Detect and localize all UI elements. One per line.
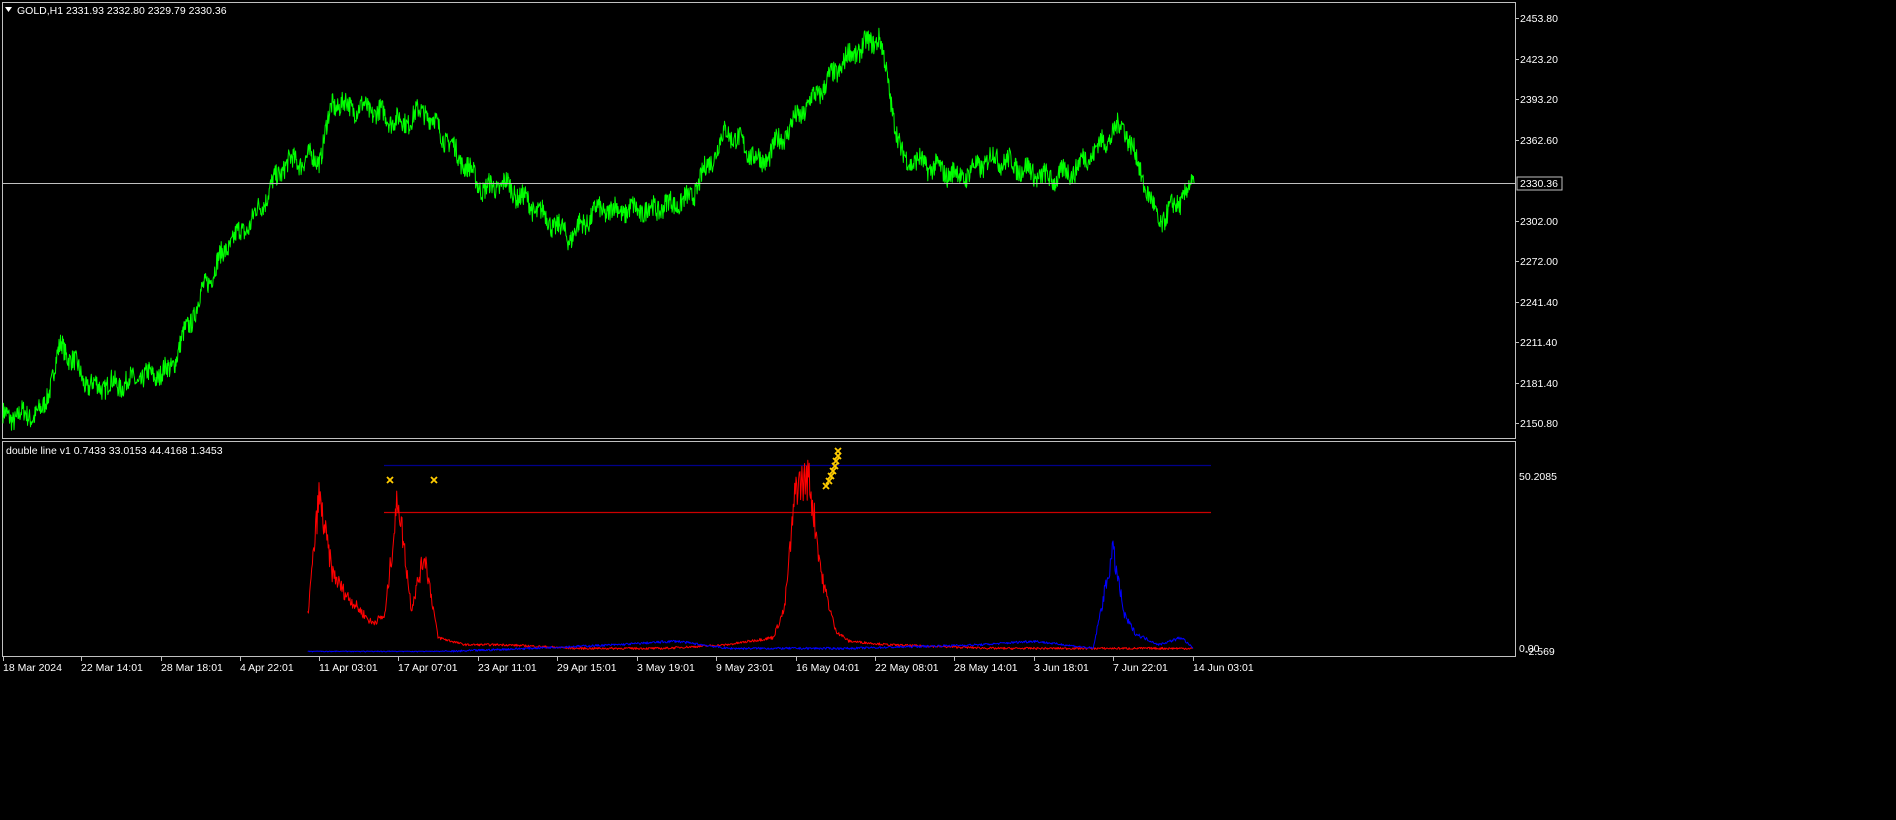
indicator-pane-frame	[2, 441, 1516, 657]
price-series	[2, 27, 1195, 431]
price-tick-label: 2453.80	[1520, 13, 1558, 25]
indicator-line-blue	[307, 540, 1194, 653]
triangle-down-icon[interactable]	[5, 7, 12, 12]
price-tick-label: 2302.00	[1520, 216, 1558, 228]
indicator-scale: 50.2085 0.00 -2.569	[1519, 471, 1557, 658]
time-tick-label: 29 Apr 15:01	[557, 662, 617, 674]
price-tick-label: 2362.60	[1520, 135, 1558, 147]
time-tick-label: 3 Jun 18:01	[1034, 662, 1089, 674]
indicator-scale-top: 50.2085	[1519, 471, 1557, 483]
time-tick-label: 11 Apr 03:01	[319, 662, 378, 674]
indicator-label: double line v1 0.7433 33.0153 44.4168 1.…	[6, 445, 223, 457]
signal-marker-icon	[386, 476, 394, 484]
time-tick-label: 28 Mar 18:01	[161, 662, 223, 674]
time-tick-label: 3 May 19:01	[637, 662, 695, 674]
chart-window[interactable]: GOLD,H1 2331.93 2332.80 2329.79 2330.36 …	[0, 0, 1568, 678]
symbol-label: GOLD,H1	[17, 5, 63, 17]
price-tick-label: 2150.80	[1520, 418, 1558, 430]
time-tick-label: 16 May 04:01	[796, 662, 860, 674]
signal-marker-icon	[834, 447, 842, 455]
time-tick-label: 14 Jun 03:01	[1193, 662, 1254, 674]
chart-canvas[interactable]: GOLD,H1 2331.93 2332.80 2329.79 2330.36 …	[0, 0, 1568, 678]
time-tick-label: 23 Apr 11:01	[478, 662, 537, 674]
current-price-tag-label: 2330.36	[1520, 178, 1558, 190]
price-axis: 2453.80 2423.20 2393.20 2362.60 2302.00 …	[1516, 13, 1558, 430]
time-tick-label: 22 May 08:01	[875, 662, 939, 674]
current-price-tag: 2330.36	[1516, 176, 1563, 191]
time-tick-label: 17 Apr 07:01	[398, 662, 458, 674]
time-tick-label: 18 Mar 2024	[3, 662, 62, 674]
price-line	[2, 27, 1195, 431]
indicator-scale-bottom-b: -2.569	[1525, 646, 1555, 658]
signal-marker-icon	[430, 476, 438, 484]
time-axis: 18 Mar 2024 22 Mar 14:01 28 Mar 18:01 4 …	[3, 657, 1254, 674]
price-tick-label: 2272.00	[1520, 256, 1558, 268]
price-tick-label: 2393.20	[1520, 94, 1558, 106]
ohlc-values: 2331.93 2332.80 2329.79 2330.36	[66, 5, 227, 17]
indicator-markers	[386, 447, 842, 490]
price-tick-label: 2181.40	[1520, 378, 1558, 390]
price-tick-label: 2423.20	[1520, 54, 1558, 66]
indicator-series	[307, 459, 1194, 653]
price-tick-label: 2241.40	[1520, 297, 1558, 309]
time-tick-label: 4 Apr 22:01	[240, 662, 294, 674]
time-tick-label: 22 Mar 14:01	[81, 662, 143, 674]
main-pane-frame	[2, 2, 1516, 439]
time-tick-label: 28 May 14:01	[954, 662, 1018, 674]
price-tick-label: 2211.40	[1520, 337, 1557, 349]
indicator-line-red	[307, 459, 1194, 650]
time-tick-label: 7 Jun 22:01	[1113, 662, 1168, 674]
time-tick-label: 9 May 23:01	[716, 662, 774, 674]
